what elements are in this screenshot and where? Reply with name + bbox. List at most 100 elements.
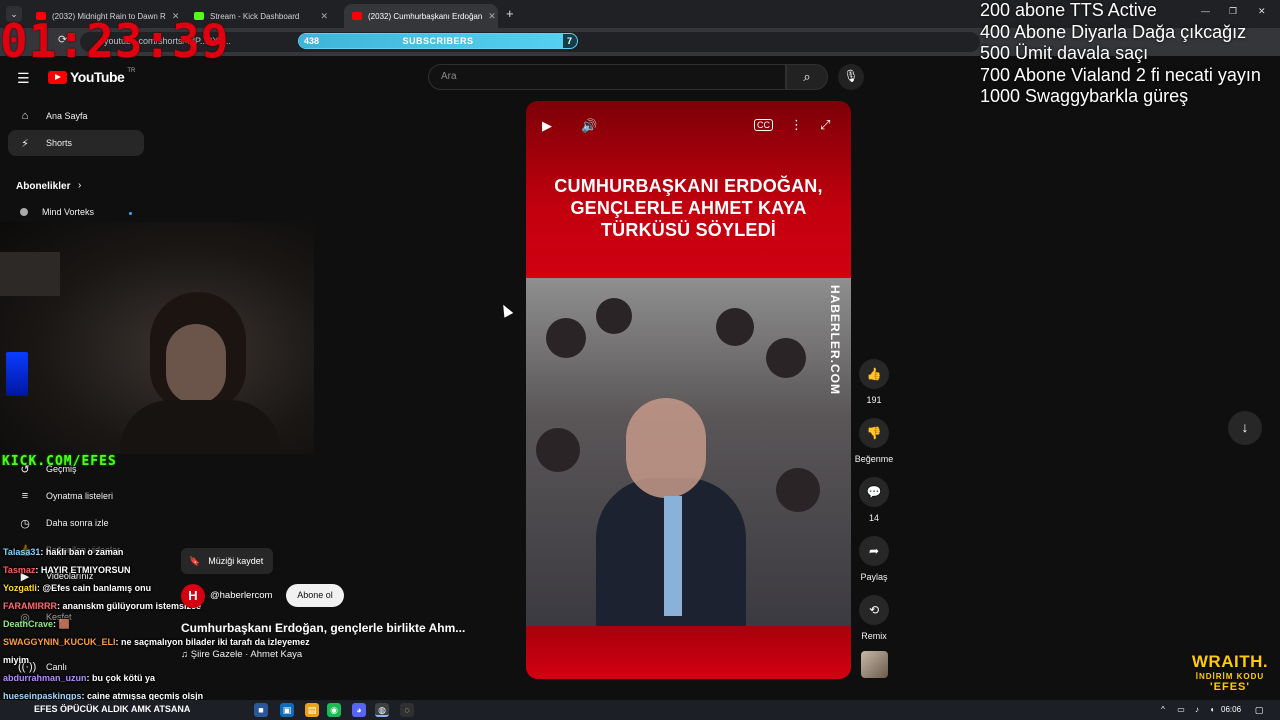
sponsor-brand: WRAITH. <box>1191 652 1269 671</box>
dislike-button[interactable]: 👎 Beğenme <box>854 418 894 464</box>
search-icon: ⌕ <box>803 69 811 84</box>
short-sound-link[interactable]: ♫ Şiire Gazele · Ahmet Kaya <box>181 649 302 660</box>
share-label: Paylaş <box>860 572 888 582</box>
volume-icon[interactable]: 🔊 <box>581 118 597 134</box>
captions-icon[interactable]: CC <box>754 119 773 131</box>
sidebar-item-label: Shorts <box>46 138 73 148</box>
sidebar-item-playlists[interactable]: ≡ Oynatma listeleri <box>8 483 144 509</box>
voice-search-button[interactable]: 🎙 <box>838 64 864 90</box>
like-button[interactable]: 👍 191 <box>854 359 894 405</box>
chat-text: : 🟫 <box>53 619 70 629</box>
mic-tray-icon[interactable]: ♪ <box>1190 703 1204 717</box>
new-tab-button[interactable]: + <box>506 6 514 21</box>
fullscreen-icon[interactable]: ⤢ <box>820 117 830 133</box>
sidebar-subscription-item[interactable]: Mind Vorteks <box>20 207 94 217</box>
chat-username: Yozgatli <box>3 583 37 593</box>
save-music-button[interactable]: 🔖 Müziği kaydet <box>181 548 273 574</box>
close-tab-icon[interactable]: ✕ <box>488 11 496 22</box>
sidebar-item-label: Daha sonra izle <box>46 518 109 528</box>
sidebar-item-history[interactable]: ↺ Geçmiş <box>8 456 144 482</box>
logo-text: YouTube <box>70 69 125 85</box>
crowd-person <box>776 468 820 512</box>
channel-avatar[interactable]: H <box>181 584 205 608</box>
bookmark-icon: 🔖 <box>189 555 201 566</box>
subscriptions-header[interactable]: Abonelikler <box>16 181 70 192</box>
more-options-icon[interactable]: ⋮ <box>790 117 803 133</box>
sound-thumbnail[interactable] <box>861 651 888 678</box>
youtube-logo[interactable]: YouTube TR <box>48 68 135 85</box>
comment-count: 14 <box>868 513 879 523</box>
search-button[interactable]: ⌕ <box>786 64 828 90</box>
webcam-overlay <box>0 222 314 454</box>
tray-chevron-icon[interactable]: ^ <box>1156 703 1170 717</box>
discord-icon[interactable]: ◕ <box>352 703 366 717</box>
new-content-dot <box>129 212 132 215</box>
like-count: 191 <box>866 395 882 405</box>
chat-text: : ananıskm gülüyorum istemsizce <box>57 601 202 611</box>
spotify-icon[interactable]: ◉ <box>327 703 341 717</box>
watermark: HABERLER.COM <box>828 285 842 395</box>
chrome-icon[interactable]: ◍ <box>375 703 389 717</box>
shorts-player[interactable]: CUMHURBAŞKANI ERDOĞAN, GENÇLERLE AHMET K… <box>526 101 851 679</box>
speaker-icon[interactable]: ◖ <box>1205 703 1219 717</box>
taskbar-ticker: EFES ÖPÜCÜK ALDIK AMK ATSANA <box>34 704 191 714</box>
notification-icon[interactable]: ▢ <box>1252 703 1266 717</box>
next-short-button[interactable]: ↓ <box>1228 411 1262 445</box>
browser-tab-3[interactable]: (2032) Cumhurbaşkanı Erdoğan ✕ <box>344 4 498 28</box>
chat-username: Tasmaz <box>3 565 36 575</box>
sponsor-code: 'EFES' <box>1210 681 1250 693</box>
arrow-down-icon: ↓ <box>1241 419 1249 435</box>
subscribe-button[interactable]: Abone ol <box>286 584 344 607</box>
streamer-body <box>120 400 280 454</box>
sidebar-item-label: Oynatma listeleri <box>46 491 114 501</box>
share-button[interactable]: ➦ Paylaş <box>854 536 894 582</box>
sidebar-item-label: Geçmiş <box>46 464 77 474</box>
shorts-icon: ⚡ <box>21 137 29 150</box>
chat-username: DeathCrave <box>3 619 54 629</box>
chat-username: FARAMIRRR <box>3 601 57 611</box>
history-icon: ↺ <box>20 463 30 476</box>
chat-text: : haklı ban o zaman <box>40 547 124 557</box>
save-music-label: Müziği kaydet <box>208 556 264 566</box>
chat-message: Yozgatli: @Efes cain banlamış onu <box>3 579 243 597</box>
outlook-icon[interactable]: ▣ <box>280 703 294 717</box>
chevron-right-icon[interactable]: › <box>78 180 81 191</box>
app-icon[interactable]: ■ <box>254 703 268 717</box>
clock-icon: ◷ <box>20 517 30 530</box>
thumbs-up-icon: 👍 <box>859 359 889 389</box>
sidebar-item-label: Mind Vorteks <box>42 207 95 217</box>
short-title[interactable]: Cumhurbaşkanı Erdoğan, gençlerle birlikt… <box>181 621 465 635</box>
home-icon: ⌂ <box>21 110 29 122</box>
comments-button[interactable]: 💬 14 <box>854 477 894 523</box>
goal-line: 700 Abone Vialand 2 fi necati yayın <box>980 64 1261 85</box>
crowd-person <box>536 428 580 472</box>
remix-button[interactable]: ⟲ Remix <box>854 595 894 641</box>
obs-icon[interactable]: ◌ <box>400 703 414 717</box>
dislike-label: Beğenme <box>854 454 894 464</box>
chat-username: SWAGGYNIN_KUCUK_ELI <box>3 637 116 647</box>
search-input[interactable]: Ara <box>428 64 786 90</box>
taskbar-clock[interactable]: 06:06 <box>1221 705 1241 714</box>
close-tab-icon[interactable]: ✕ <box>320 11 328 22</box>
channel-handle[interactable]: @haberlercom <box>210 590 272 601</box>
goal-line: 1000 Swaggybarkla güreş <box>980 86 1189 106</box>
channel-avatar <box>20 208 28 216</box>
chat-message: FARAMIRRR: ananıskm gülüyorum istemsizce <box>3 597 243 615</box>
play-icon[interactable]: ▶ <box>542 118 552 134</box>
network-icon[interactable]: ▭ <box>1174 703 1188 717</box>
goal-line: 200 abone TTS Active <box>980 0 1157 20</box>
video-frame <box>526 278 851 626</box>
share-icon: ➦ <box>859 536 889 566</box>
hamburger-menu-icon[interactable]: ☰ <box>17 70 30 87</box>
mouse-cursor-icon <box>498 302 514 318</box>
bottom-banner <box>526 626 851 679</box>
sidebar-item-label: Ana Sayfa <box>46 111 88 121</box>
chat-username: abdurrahman_uzun <box>3 673 87 683</box>
goal-line: 400 Abone Diyarla Dağa çıkcağız <box>980 21 1247 42</box>
folder-icon[interactable]: ▤ <box>305 703 319 717</box>
chat-username: Talasa31 <box>3 547 41 557</box>
sidebar-item-home[interactable]: ⌂ Ana Sayfa <box>8 103 144 129</box>
taskbar <box>0 700 1280 720</box>
sidebar-item-shorts[interactable]: ⚡ Shorts <box>8 130 144 156</box>
sidebar-item-watch-later[interactable]: ◷ Daha sonra izle <box>8 510 144 536</box>
